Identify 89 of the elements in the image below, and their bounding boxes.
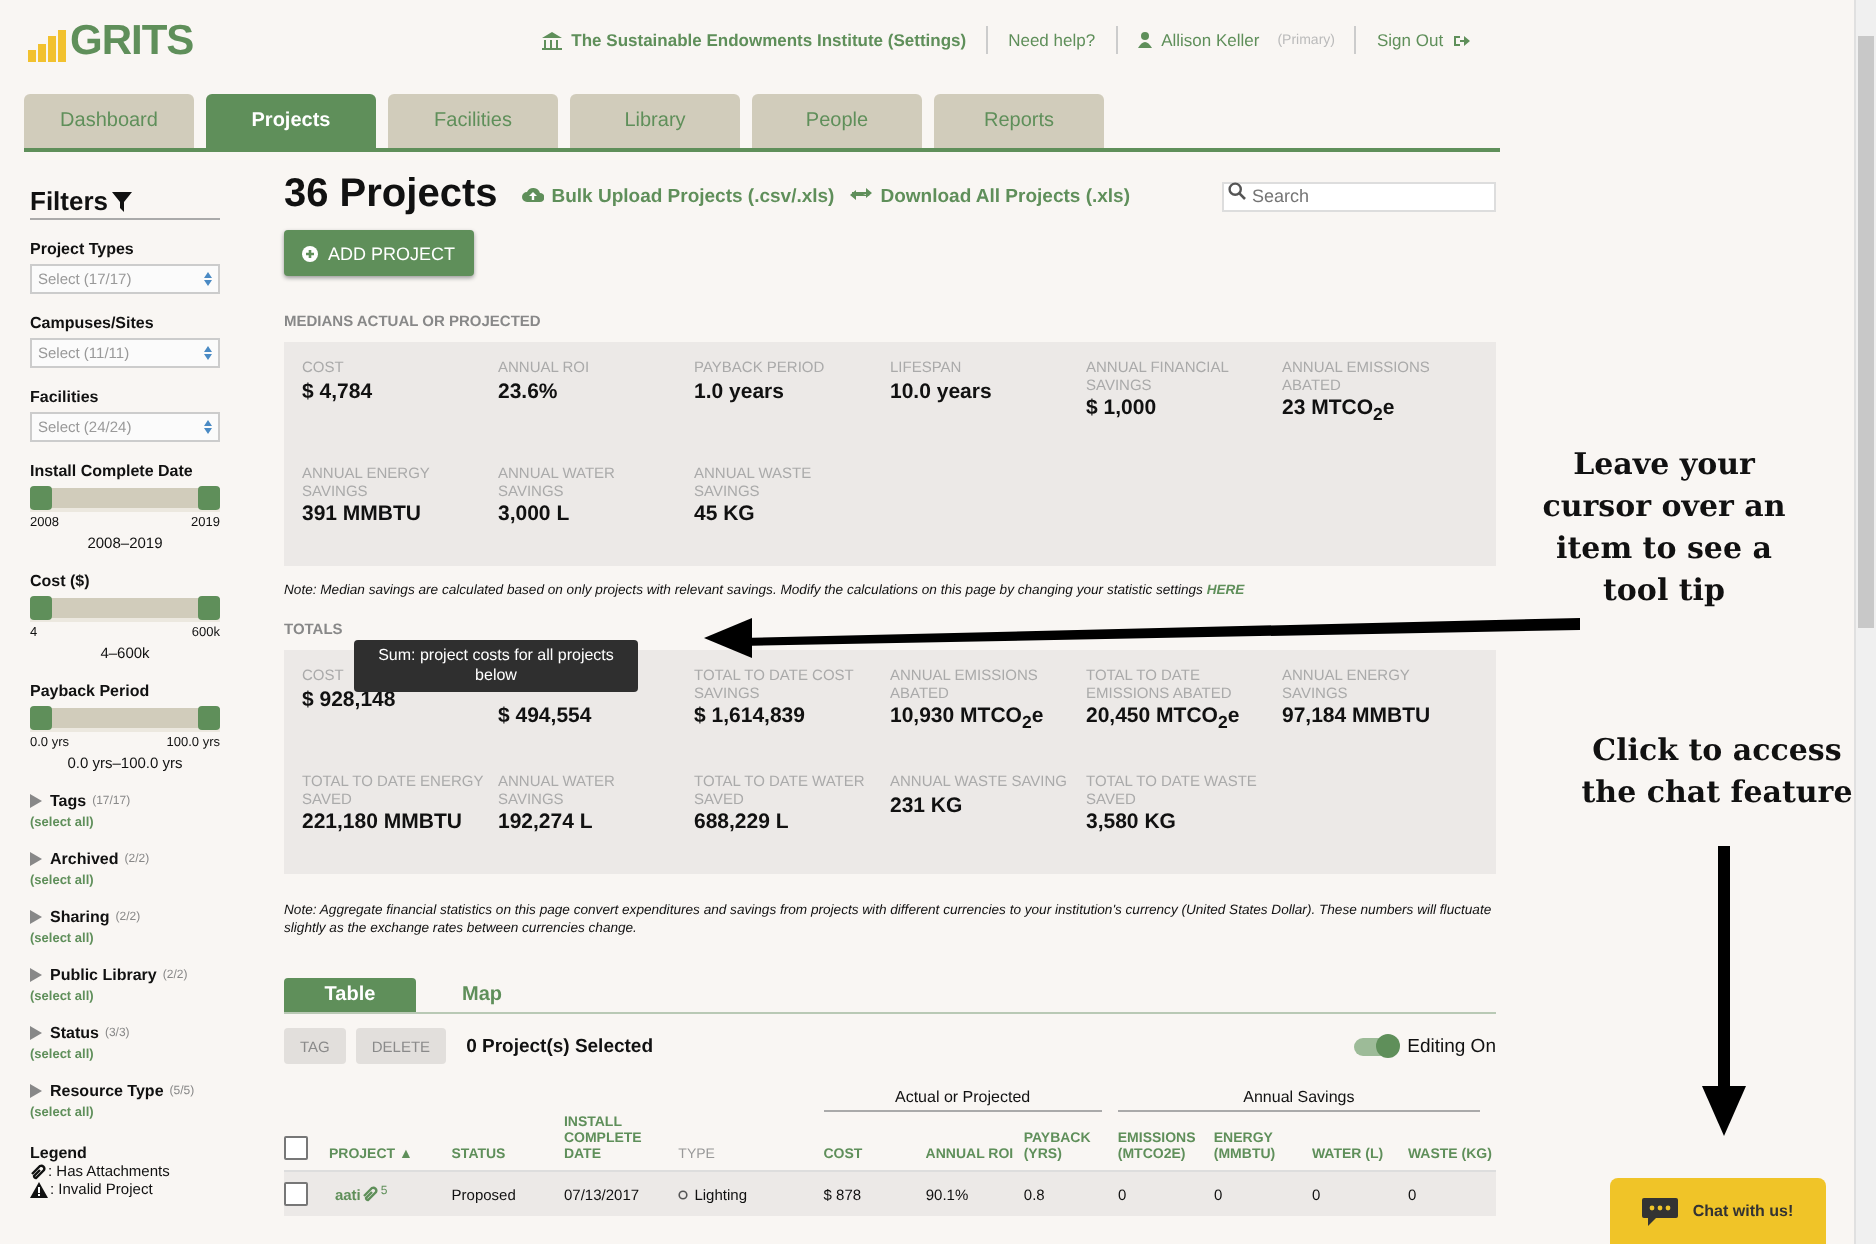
toggle-label: Editing On — [1407, 1035, 1496, 1057]
filter-label: Project Types — [30, 240, 136, 258]
user-icon — [1137, 32, 1152, 48]
range-slider[interactable] — [30, 488, 220, 508]
column-group-header: Actual or Projected — [823, 1088, 1102, 1112]
stat-value: 688,229 L — [694, 810, 791, 834]
warning-icon — [30, 1181, 48, 1197]
stat-value: 23.6% — [498, 379, 560, 403]
filter-label: Cost ($) — [30, 572, 92, 590]
filter-label: Campuses/Sites — [30, 314, 156, 332]
filter-group-label[interactable]: Sharing — [50, 908, 110, 926]
attachment-count: 5 — [380, 1185, 388, 1197]
cloud-upload-icon — [521, 186, 544, 202]
stat-value: $ 494,554 — [498, 704, 594, 728]
sign-out-icon — [1453, 33, 1470, 47]
nav-tab[interactable]: Projects — [206, 94, 376, 148]
institution-link[interactable]: The Sustainable Endowments Institute (Settings) — [571, 30, 967, 50]
toggle-switch[interactable] — [1353, 1037, 1398, 1055]
view-tab[interactable]: Map — [416, 978, 548, 1012]
building-icon — [541, 31, 562, 49]
range-slider[interactable] — [30, 598, 220, 618]
stat-value: 231 KG — [890, 793, 965, 817]
stat-value: 3,000 L — [498, 502, 572, 526]
filters-title: Filters — [30, 186, 109, 216]
column-group-header: Annual Savings — [1117, 1088, 1480, 1112]
nav-tab[interactable]: People — [752, 94, 922, 148]
stat-value: 221,180 MMBTU — [302, 810, 464, 834]
filter-group-label[interactable]: Resource Type — [50, 1082, 164, 1100]
caret-icon — [204, 420, 212, 434]
caret-icon — [204, 272, 212, 286]
caret-right-icon[interactable] — [30, 794, 44, 808]
action-link[interactable]: Bulk Upload Projects (.csv/.xls) — [551, 186, 835, 208]
speech-bubble-icon — [1642, 1197, 1679, 1225]
caret-right-icon[interactable] — [30, 1026, 44, 1040]
nav-tab[interactable]: Library — [570, 94, 740, 148]
filter-group-label[interactable]: Archived — [50, 850, 119, 868]
plus-circle-icon — [302, 245, 318, 261]
search-icon — [1228, 182, 1246, 200]
action-link[interactable]: Download All Projects (.xls) — [880, 186, 1130, 208]
help-link[interactable]: Need help? — [1008, 30, 1096, 50]
stat-value: 1.0 years — [694, 379, 786, 403]
caret-right-icon[interactable] — [30, 852, 44, 866]
stat-value: 192,274 L — [498, 810, 595, 834]
caret-right-icon[interactable] — [30, 910, 44, 924]
stat-value: 97,184 MMBTU — [1282, 704, 1433, 728]
selected-count: 0 Project(s) Selected — [466, 1035, 654, 1057]
nav-tab[interactable]: Facilities — [388, 94, 558, 148]
stat-value: $ 1,000 — [1086, 396, 1159, 420]
stat-value: 3,580 KG — [1086, 810, 1178, 834]
filter-icon — [112, 191, 133, 211]
tooltip: Sum: project costs for all projects below — [354, 640, 638, 692]
filter-label: Payback Period — [30, 682, 152, 700]
sign-out-link[interactable]: Sign Out — [1376, 30, 1444, 50]
view-tab[interactable]: Table — [284, 978, 416, 1012]
stat-value: 10.0 years — [890, 379, 994, 403]
scrollbar[interactable] — [1854, 0, 1876, 1244]
stat-value: $ 1,614,839 — [694, 704, 807, 728]
chat-button[interactable]: Chat with us! — [1610, 1178, 1826, 1244]
annotation-text: Click to access the chat feature — [1579, 730, 1855, 814]
logo[interactable]: GRITS — [28, 22, 194, 62]
filter-label: Facilities — [30, 388, 101, 406]
nav-tab[interactable]: Reports — [934, 94, 1104, 148]
checkbox[interactable] — [284, 1136, 308, 1160]
filter-group-label[interactable]: Status — [50, 1024, 99, 1042]
stat-value: 45 KG — [694, 502, 757, 526]
bar-chart-icon — [28, 30, 68, 62]
checkbox[interactable] — [284, 1182, 308, 1206]
page-title: 36 Projects — [284, 171, 498, 217]
search-field[interactable]: Search — [1222, 181, 1496, 211]
caret-right-icon[interactable] — [30, 1084, 44, 1098]
caret-right-icon[interactable] — [30, 968, 44, 982]
circle-icon — [678, 1189, 689, 1199]
filter-group-label[interactable]: Tags — [50, 792, 87, 810]
range-slider[interactable] — [30, 708, 220, 728]
stat-value: 10,930 MTCO$_{2}$e — [890, 704, 1046, 733]
legend-title: Legend — [30, 1144, 89, 1162]
stat-value: 23 MTCO$_{2}$e — [1282, 396, 1397, 425]
filter-group-label[interactable]: Public Library — [50, 966, 157, 984]
paperclip-icon — [30, 1163, 46, 1179]
annotation-text: Leave your cursor over an item to see a tool tip — [1540, 444, 1788, 612]
stat-value: 391 MMBTU — [302, 502, 424, 526]
stat-value: $ 928,148 — [302, 687, 398, 711]
user-link[interactable]: Allison Keller — [1161, 30, 1260, 50]
caret-icon — [204, 346, 212, 360]
add-project-button[interactable]: ADD PROJECT — [284, 230, 474, 276]
filter-label: Install Complete Date — [30, 462, 195, 480]
stat-value: $ 4,784 — [302, 379, 375, 403]
nav-tab[interactable]: Dashboard — [24, 94, 194, 148]
stat-value: 20,450 MTCO$_{2}$e — [1086, 704, 1242, 733]
